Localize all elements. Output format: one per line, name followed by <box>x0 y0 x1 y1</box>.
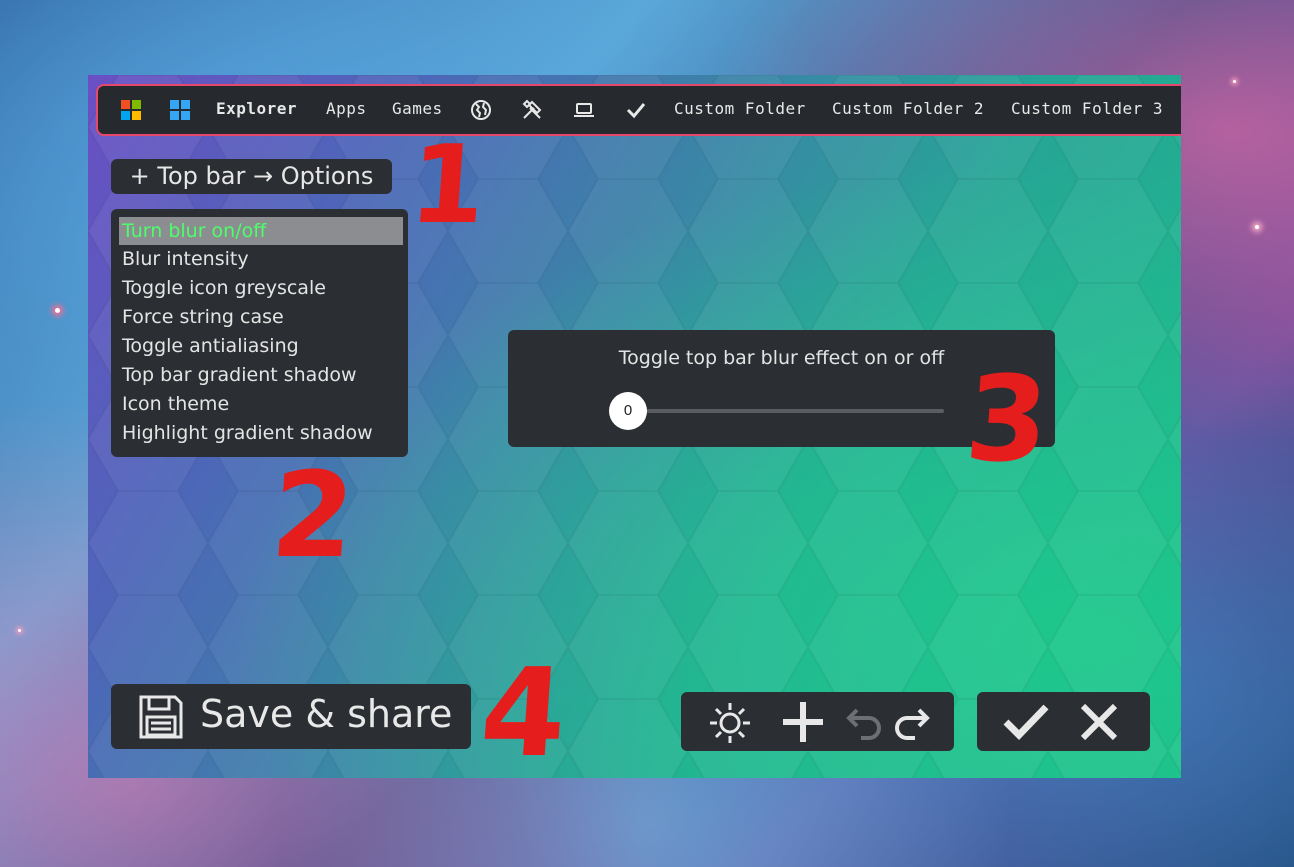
gear-icon[interactable] <box>707 700 753 746</box>
annotation-4: 4 <box>476 642 571 784</box>
star <box>1233 80 1236 83</box>
confirm-toolbar <box>977 692 1150 751</box>
annotation-3: 3 <box>961 350 1053 488</box>
slider-track[interactable] <box>628 409 944 413</box>
save-share-button[interactable]: Save & share <box>111 684 471 749</box>
menu-item-highlight-shadow[interactable]: Highlight gradient shadow <box>122 422 373 444</box>
topbar-item-custom-folder[interactable]: Custom Folder <box>674 99 806 118</box>
menu-item-icon-greyscale[interactable]: Toggle icon greyscale <box>122 277 326 299</box>
menu-item-string-case[interactable]: Force string case <box>122 306 284 328</box>
windows-logo-blue-icon[interactable] <box>168 98 192 122</box>
edit-toolbar <box>681 692 954 751</box>
redo-icon[interactable] <box>893 704 931 740</box>
menu-item-blur-intensity[interactable]: Blur intensity <box>122 248 249 270</box>
tools-icon[interactable] <box>520 98 544 122</box>
star <box>18 629 21 632</box>
star <box>55 308 60 313</box>
topbar-item-custom-folder-2[interactable]: Custom Folder 2 <box>832 99 984 118</box>
close-icon[interactable] <box>1079 702 1119 742</box>
checkmark-icon[interactable] <box>624 98 648 122</box>
menu-item-antialiasing[interactable]: Toggle antialiasing <box>122 335 299 357</box>
windows-logo-colored-icon[interactable] <box>119 98 143 122</box>
topbar-item-games[interactable]: Games <box>392 99 443 118</box>
globe-icon[interactable] <box>469 98 493 122</box>
undo-icon[interactable] <box>845 704 883 740</box>
menu-item-icon-theme[interactable]: Icon theme <box>122 393 229 415</box>
options-breadcrumb: + Top bar → Options <box>111 159 392 194</box>
laptop-icon[interactable] <box>572 98 596 122</box>
options-menu: Turn blur on/off Blur intensity Toggle i… <box>111 209 408 457</box>
menu-item-turn-blur[interactable]: Turn blur on/off <box>119 217 403 245</box>
star <box>1255 225 1259 229</box>
floppy-disk-icon <box>139 695 183 739</box>
check-icon[interactable] <box>1003 702 1049 742</box>
save-share-label: Save & share <box>200 692 453 736</box>
top-bar: Explorer Apps Games Custom Folder Custom… <box>96 84 1181 136</box>
annotation-2: 2 <box>267 446 359 584</box>
topbar-item-apps[interactable]: Apps <box>326 99 367 118</box>
annotation-1: 1 <box>405 123 490 248</box>
slider-knob[interactable]: 0 <box>609 392 647 430</box>
plus-icon[interactable] <box>781 700 825 744</box>
topbar-item-explorer[interactable]: Explorer <box>216 99 297 118</box>
topbar-item-custom-folder-3[interactable]: Custom Folder 3 <box>1011 99 1163 118</box>
menu-item-gradient-shadow[interactable]: Top bar gradient shadow <box>122 364 357 386</box>
